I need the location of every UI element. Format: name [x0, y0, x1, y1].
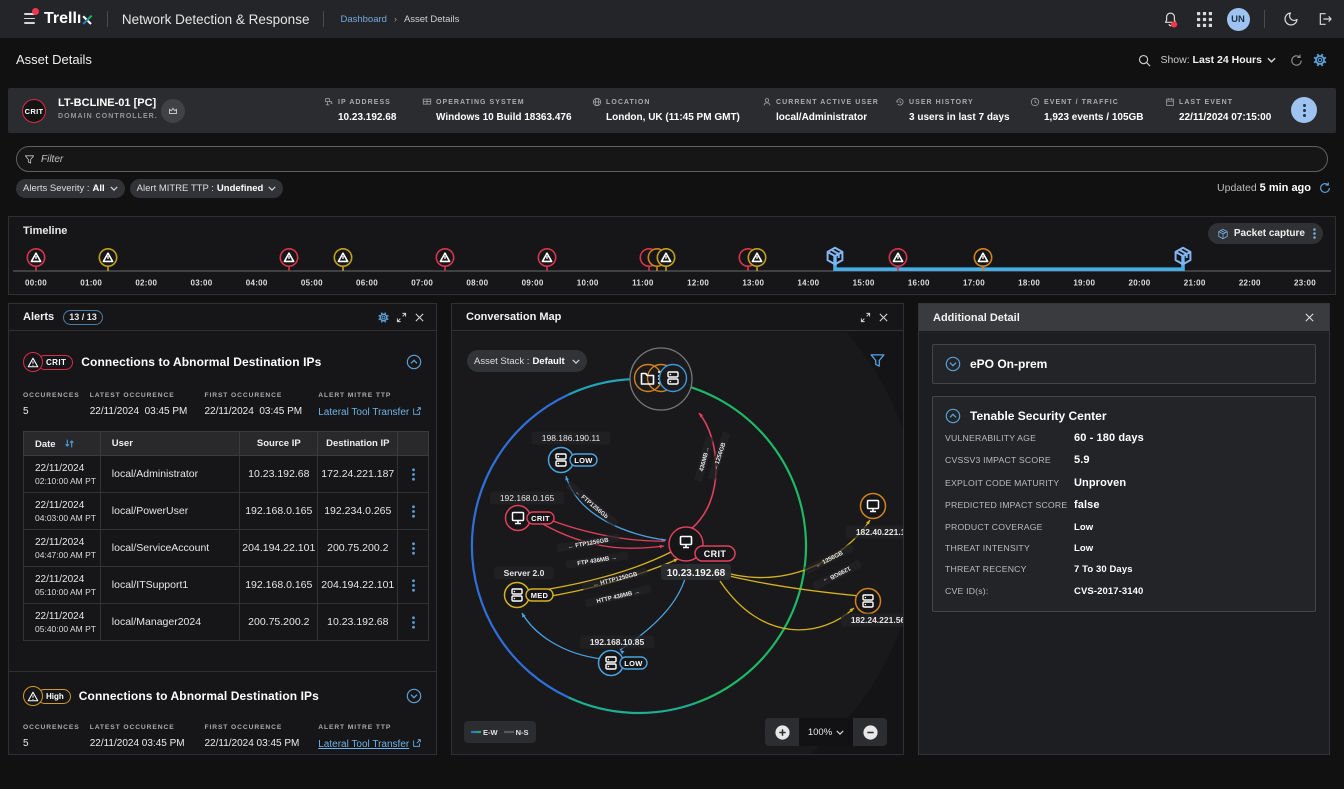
svg-text:06:00: 06:00 — [356, 279, 378, 288]
svg-text:10:00: 10:00 — [577, 279, 599, 288]
svg-text:02:00: 02:00 — [135, 279, 157, 288]
svg-text:20:00: 20:00 — [1129, 279, 1151, 288]
svg-text:09:00: 09:00 — [522, 279, 544, 288]
svg-text:LOW: LOW — [624, 659, 643, 668]
svg-text:00:00: 00:00 — [25, 279, 47, 288]
svg-text:03:00: 03:00 — [191, 279, 213, 288]
svg-text:08:00: 08:00 — [466, 279, 488, 288]
svg-text:182.40.221.17: 182.40.221.17 — [856, 527, 903, 537]
svg-text:MED: MED — [531, 591, 549, 600]
svg-text:10.23.192.68: 10.23.192.68 — [667, 568, 726, 579]
svg-text:04:00: 04:00 — [246, 279, 268, 288]
svg-text:23:00: 23:00 — [1294, 279, 1316, 288]
svg-text:18:00: 18:00 — [1018, 279, 1040, 288]
svg-text:LOW: LOW — [574, 456, 593, 465]
svg-text:11:00: 11:00 — [632, 279, 654, 288]
svg-text:13:00: 13:00 — [742, 279, 764, 288]
svg-text:14:00: 14:00 — [797, 279, 819, 288]
svg-text:192.168.0.165: 192.168.0.165 — [500, 493, 555, 503]
svg-text:05:00: 05:00 — [301, 279, 323, 288]
svg-text:CRIT: CRIT — [704, 549, 727, 559]
svg-text:19:00: 19:00 — [1073, 279, 1095, 288]
svg-text:CRIT: CRIT — [531, 514, 550, 523]
svg-text:182.24.221.56: 182.24.221.56 — [851, 615, 903, 625]
svg-text:07:00: 07:00 — [411, 279, 433, 288]
svg-text:192.168.10.85: 192.168.10.85 — [590, 637, 645, 647]
svg-text:22:00: 22:00 — [1239, 279, 1261, 288]
svg-text:17:00: 17:00 — [963, 279, 985, 288]
svg-text:Server 2.0: Server 2.0 — [504, 568, 545, 578]
svg-text:198.186.190.11: 198.186.190.11 — [542, 433, 601, 443]
svg-text:12:00: 12:00 — [687, 279, 709, 288]
svg-text:01:00: 01:00 — [80, 279, 102, 288]
svg-text:16:00: 16:00 — [908, 279, 930, 288]
svg-text:21:00: 21:00 — [1184, 279, 1206, 288]
svg-text:15:00: 15:00 — [853, 279, 875, 288]
